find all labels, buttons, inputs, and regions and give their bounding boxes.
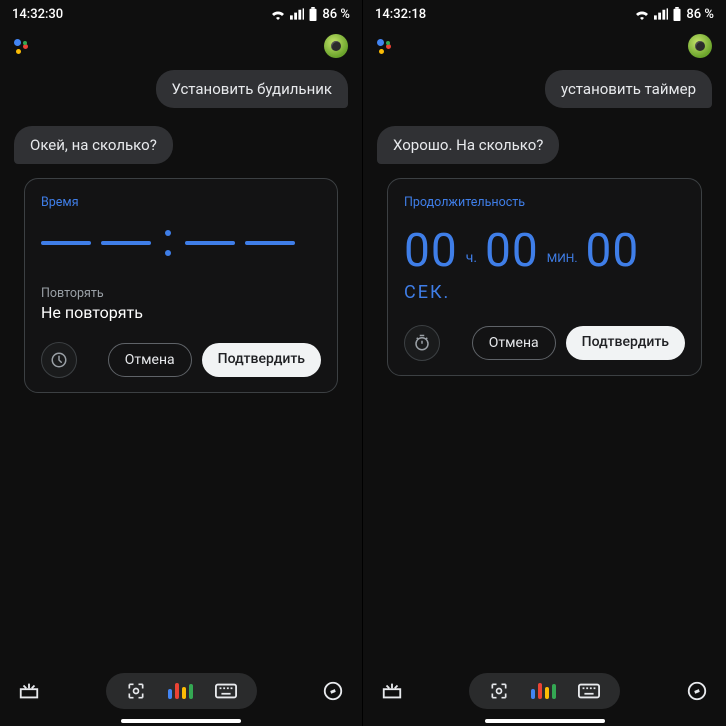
updates-icon[interactable] xyxy=(381,680,403,702)
assistant-logo-icon xyxy=(377,39,390,54)
confirm-button[interactable]: Подтвердить xyxy=(566,326,685,360)
wifi-icon xyxy=(270,8,286,20)
home-indicator[interactable] xyxy=(485,719,605,723)
battery-icon xyxy=(672,7,682,21)
status-time: 14:32:30 xyxy=(12,7,63,22)
assistant-logo-icon xyxy=(14,39,27,54)
battery-icon xyxy=(308,7,318,21)
keyboard-icon[interactable] xyxy=(578,683,600,699)
card-label: Время xyxy=(41,195,321,210)
voice-input-icon[interactable] xyxy=(531,683,556,699)
seconds-unit: СЕК. xyxy=(404,282,685,303)
conversation: Установить будильник Окей, на сколько? В… xyxy=(0,64,362,405)
status-time: 14:32:18 xyxy=(375,7,426,22)
updates-icon[interactable] xyxy=(18,680,40,702)
repeat-label: Повторять xyxy=(41,286,321,301)
confirm-button[interactable]: Подтвердить xyxy=(202,343,321,377)
cancel-button[interactable]: Отмена xyxy=(472,326,556,360)
explore-icon[interactable] xyxy=(322,680,344,702)
minutes-digits[interactable]: 00 xyxy=(485,224,539,278)
timer-app-icon[interactable] xyxy=(404,325,440,361)
user-bubble: установить таймер xyxy=(545,70,712,108)
time-input[interactable] xyxy=(41,224,321,280)
avatar[interactable] xyxy=(688,34,712,58)
status-right: 86 % xyxy=(270,7,350,22)
battery-percent: 86 % xyxy=(686,7,714,22)
battery-percent: 86 % xyxy=(322,7,350,22)
status-bar: 14:32:30 86 % xyxy=(0,0,362,28)
lens-icon[interactable] xyxy=(489,681,509,701)
assistant-header xyxy=(0,28,362,64)
alarm-card: Время Повторять Не повторять Отмена Подт… xyxy=(24,178,338,393)
signal-icon xyxy=(290,8,304,20)
input-pill xyxy=(106,673,257,709)
conversation: установить таймер Хорошо. На сколько? Пр… xyxy=(363,64,726,388)
card-label: Продолжительность xyxy=(404,195,685,210)
seconds-digits[interactable]: 00 xyxy=(586,224,640,278)
status-bar: 14:32:18 86 % xyxy=(363,0,726,28)
avatar[interactable] xyxy=(324,34,348,58)
keyboard-icon[interactable] xyxy=(215,683,237,699)
phone-screen-alarm: 14:32:30 86 % Установить будильник Окей,… xyxy=(0,0,363,726)
assistant-bubble: Хорошо. На сколько? xyxy=(377,126,559,164)
repeat-value[interactable]: Не повторять xyxy=(41,303,321,322)
assistant-bubble: Окей, на сколько? xyxy=(14,126,173,164)
timer-card: Продолжительность 00 ч. 00 МИН. 00 СЕК. … xyxy=(387,178,702,376)
lens-icon[interactable] xyxy=(126,681,146,701)
hours-unit: ч. xyxy=(466,250,477,266)
assistant-header xyxy=(363,28,726,64)
minutes-unit: МИН. xyxy=(547,251,578,265)
user-bubble: Установить будильник xyxy=(156,70,349,108)
explore-icon[interactable] xyxy=(686,680,708,702)
bottom-bar xyxy=(363,662,726,726)
phone-screen-timer: 14:32:18 86 % установить таймер Хорошо. … xyxy=(363,0,726,726)
hours-digits[interactable]: 00 xyxy=(404,224,458,278)
voice-input-icon[interactable] xyxy=(168,683,193,699)
status-right: 86 % xyxy=(634,7,714,22)
signal-icon xyxy=(654,8,668,20)
duration-input[interactable]: 00 ч. 00 МИН. 00 xyxy=(404,224,685,278)
clock-app-icon[interactable] xyxy=(41,342,77,378)
wifi-icon xyxy=(634,8,650,20)
input-pill xyxy=(469,673,620,709)
bottom-bar xyxy=(0,662,362,726)
cancel-button[interactable]: Отмена xyxy=(108,343,192,377)
home-indicator[interactable] xyxy=(121,719,241,723)
